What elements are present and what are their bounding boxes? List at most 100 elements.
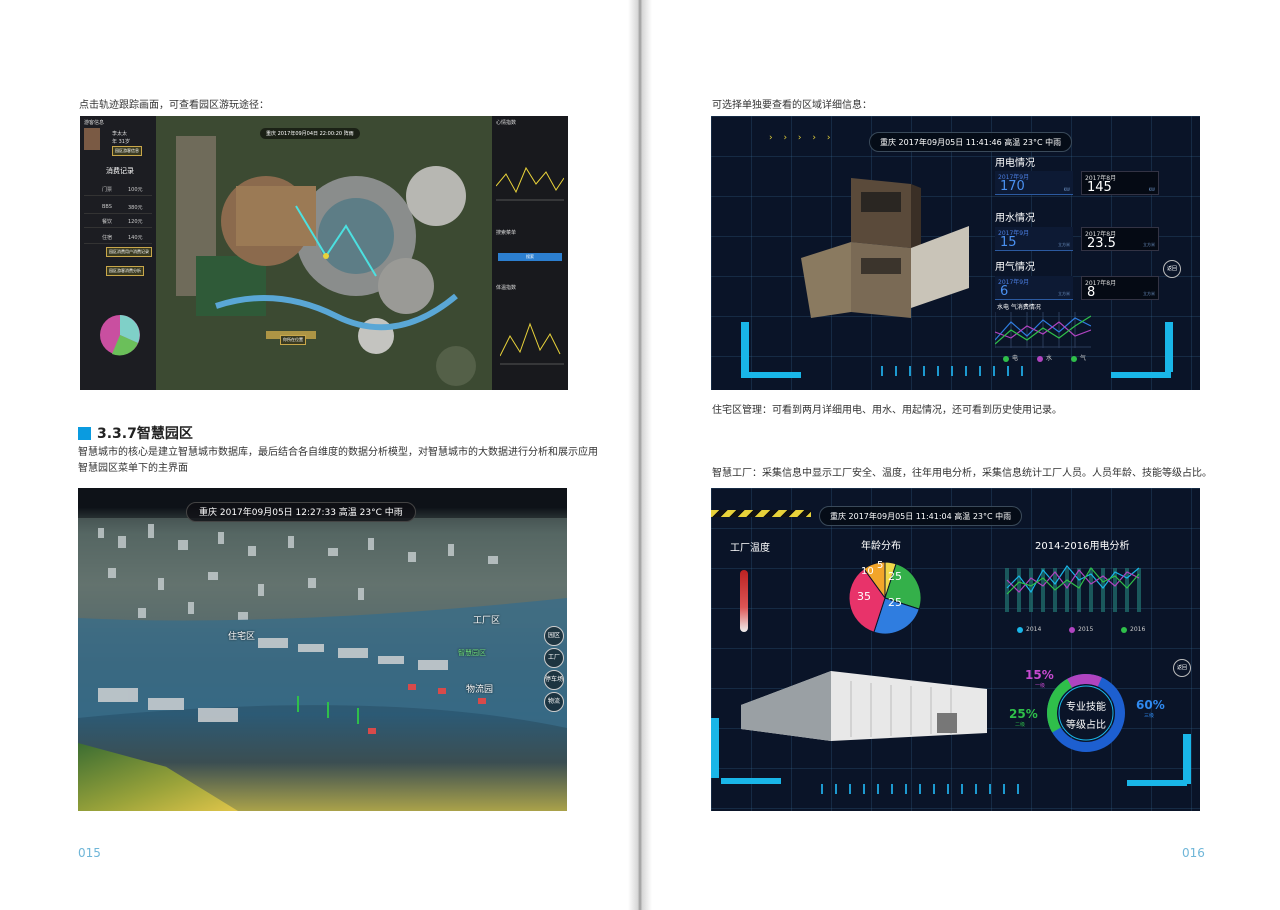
power-bar-line-chart bbox=[1005, 565, 1141, 612]
logistics-button[interactable]: 物流 bbox=[544, 692, 564, 712]
legend-label: 2015 bbox=[1078, 626, 1094, 633]
tick-strip bbox=[821, 784, 1021, 794]
section-heading: 3.3.7智慧园区 bbox=[78, 423, 193, 443]
legend-dot-icon bbox=[1121, 626, 1127, 633]
corner-bottom-right-icon bbox=[1111, 372, 1171, 378]
legend-dot-icon bbox=[1071, 355, 1077, 362]
consume-value: 380元 bbox=[128, 205, 143, 211]
location-marker: 你所在位置 bbox=[280, 335, 306, 345]
skill-level3-label: 三级 bbox=[1144, 713, 1155, 719]
age-distribution-title: 年龄分布 bbox=[861, 541, 901, 552]
metric-value: 6 bbox=[1000, 284, 1009, 299]
consume-record-tag: 园区消费用户消费记录 bbox=[106, 247, 152, 257]
chevron-strip-icon: › › › › › bbox=[769, 133, 835, 143]
corner-bottom-left-icon bbox=[741, 372, 801, 378]
pie-label-10: 10 bbox=[861, 566, 874, 577]
legend-label: 2014 bbox=[1026, 626, 1042, 633]
consume-pie-chart bbox=[100, 315, 140, 356]
legend-label: 电 bbox=[1012, 355, 1019, 362]
factory-button[interactable]: 工厂 bbox=[544, 648, 564, 668]
legend-gas: 气 bbox=[1071, 353, 1086, 362]
left-page: 点击轨迹跟踪画面，可查看园区游玩途径： 重庆 2017年09月04日 22:00… bbox=[0, 0, 640, 910]
consume-row: BBS 380元 bbox=[84, 204, 152, 214]
skill-level2-pct: 25% bbox=[1009, 707, 1038, 721]
residential-building-model bbox=[801, 178, 969, 318]
factory-caption: 智慧工厂：采集信息中显示工厂安全、温度，往年用电分析，采集信息统计工厂人员。人员… bbox=[712, 468, 1212, 479]
park-marker-label[interactable]: 智慧园区 bbox=[458, 648, 486, 658]
book-spread: 点击轨迹跟踪画面，可查看园区游玩途径： 重庆 2017年09月04日 22:00… bbox=[0, 0, 1280, 910]
corner-bottom-left-icon bbox=[721, 778, 781, 784]
legend-label: 水 bbox=[1046, 355, 1053, 362]
consumption-chart-title: 水电 气消费情况 bbox=[997, 304, 1041, 311]
page-number-right: 016 bbox=[1182, 846, 1205, 860]
factory-label[interactable]: 工厂区 bbox=[473, 613, 500, 626]
park-map-graphic bbox=[156, 116, 492, 390]
visitor-panel-header: 游客信息 bbox=[84, 120, 105, 126]
tracking-caption: 点击轨迹跟踪画面，可查看园区游玩途径： bbox=[79, 100, 269, 111]
page-number-left: 015 bbox=[78, 846, 101, 860]
body-line-2: 智慧园区菜单下的主界面 bbox=[78, 463, 188, 474]
back-button[interactable]: 返回 bbox=[1173, 659, 1191, 677]
park-button[interactable]: 园区 bbox=[544, 626, 564, 646]
temp-index-title: 体温指数 bbox=[496, 285, 517, 291]
legend-label: 2016 bbox=[1130, 626, 1146, 633]
tracking-top-bar: 重庆 2017年09月04日 22:00:20 阵雨 bbox=[260, 128, 360, 139]
factory-info-bar: 重庆 2017年09月05日 11:41:04 高温 23°C 中雨 bbox=[819, 506, 1023, 526]
legend-electric: 电 bbox=[1003, 353, 1018, 362]
consume-title: 消费记录 bbox=[106, 167, 134, 175]
temp-line-chart bbox=[500, 322, 564, 365]
avatar bbox=[84, 128, 100, 150]
metric-unit: KW bbox=[1148, 187, 1155, 192]
consumption-line-chart bbox=[995, 312, 1091, 348]
consume-label: 餐饮 bbox=[102, 219, 113, 225]
skill-level1-label: 一级 bbox=[1035, 683, 1046, 689]
metric-unit: 立方米 bbox=[1058, 242, 1070, 247]
consume-label: 住宿 bbox=[102, 235, 113, 241]
tracking-screenshot: 重庆 2017年09月04日 22:00:20 阵雨 你所在位置 游客信息 李太… bbox=[80, 116, 568, 390]
legend-dot-icon bbox=[1037, 355, 1043, 362]
legend-water: 水 bbox=[1037, 353, 1052, 362]
visitor-panel: 游客信息 李太太 年 31岁 园区游客信息 消费记录 门票 100元 BBS 3… bbox=[80, 116, 156, 390]
metric-unit: 立方米 bbox=[1058, 291, 1070, 296]
metric-value: 145 bbox=[1087, 180, 1112, 195]
gas-previous-box: 2017年8月 8 立方米 bbox=[1081, 276, 1159, 300]
section-marker-icon bbox=[78, 426, 91, 440]
parking-button[interactable]: 停车场 bbox=[544, 670, 564, 690]
skill-level1-pct: 15% bbox=[1025, 668, 1054, 682]
legend-dot-icon bbox=[1003, 355, 1009, 362]
corner-right-icon bbox=[1163, 322, 1173, 372]
logistics-label[interactable]: 物流园 bbox=[466, 682, 493, 695]
corner-left-icon bbox=[711, 718, 721, 778]
city-graphic bbox=[78, 518, 567, 734]
residential-dashboard: › › › › › 重庆 2017年09月05日 11:41:46 高温 23°… bbox=[711, 116, 1200, 390]
factory-dashboard: 重庆 2017年09月05日 11:41:04 高温 23°C 中雨 工厂温度 … bbox=[711, 488, 1200, 811]
region-caption: 可选择单独要查看的区域详细信息： bbox=[712, 100, 872, 111]
corner-bottom-right-icon bbox=[1127, 780, 1187, 786]
residential-caption: 住宅区管理：可看到两月详细用电、用水、用起情况，还可看到历史使用记录。 bbox=[712, 405, 1062, 416]
city-screenshot: 重庆 2017年09月05日 12:27:33 高温 23°C 中雨 住宅区 工… bbox=[78, 488, 567, 811]
body-line-1: 智慧城市的核心是建立智慧城市数据库，最后结合各自维度的数据分析模型，对智慧城市的… bbox=[78, 447, 598, 458]
legend-2016: 2016 bbox=[1121, 626, 1145, 633]
consume-row: 住宿 140元 bbox=[84, 234, 152, 244]
tick-strip bbox=[881, 366, 1031, 376]
skill-level2-label: 二级 bbox=[1015, 722, 1026, 728]
mood-index-title: 心情指数 bbox=[496, 120, 517, 126]
legend-2014: 2014 bbox=[1017, 626, 1041, 633]
legend-2015: 2015 bbox=[1069, 626, 1093, 633]
metric-value: 8 bbox=[1087, 285, 1096, 300]
visitor-age: 年 31岁 bbox=[112, 139, 130, 145]
back-button[interactable]: 返回 bbox=[1163, 260, 1181, 278]
metric-unit: 立方米 bbox=[1143, 291, 1155, 296]
city-info-bar: 重庆 2017年09月05日 12:27:33 高温 23°C 中雨 bbox=[186, 502, 416, 522]
skill-level3-pct: 60% bbox=[1136, 698, 1165, 712]
visitor-tag: 园区游客信息 bbox=[112, 146, 142, 156]
residential-label[interactable]: 住宅区 bbox=[228, 629, 255, 642]
water-previous-box: 2017年8月 23.5 立方米 bbox=[1081, 227, 1159, 251]
electric-previous-box: 2017年8月 145 KW bbox=[1081, 171, 1159, 195]
skill-center-line1: 专业技能 bbox=[1066, 702, 1106, 713]
consume-label: BBS bbox=[102, 204, 112, 210]
search-button[interactable]: 搜索 bbox=[498, 253, 562, 261]
legend-dot-icon bbox=[1069, 626, 1075, 633]
metric-unit: 立方米 bbox=[1143, 242, 1155, 247]
consume-row: 餐饮 120元 bbox=[84, 218, 152, 228]
